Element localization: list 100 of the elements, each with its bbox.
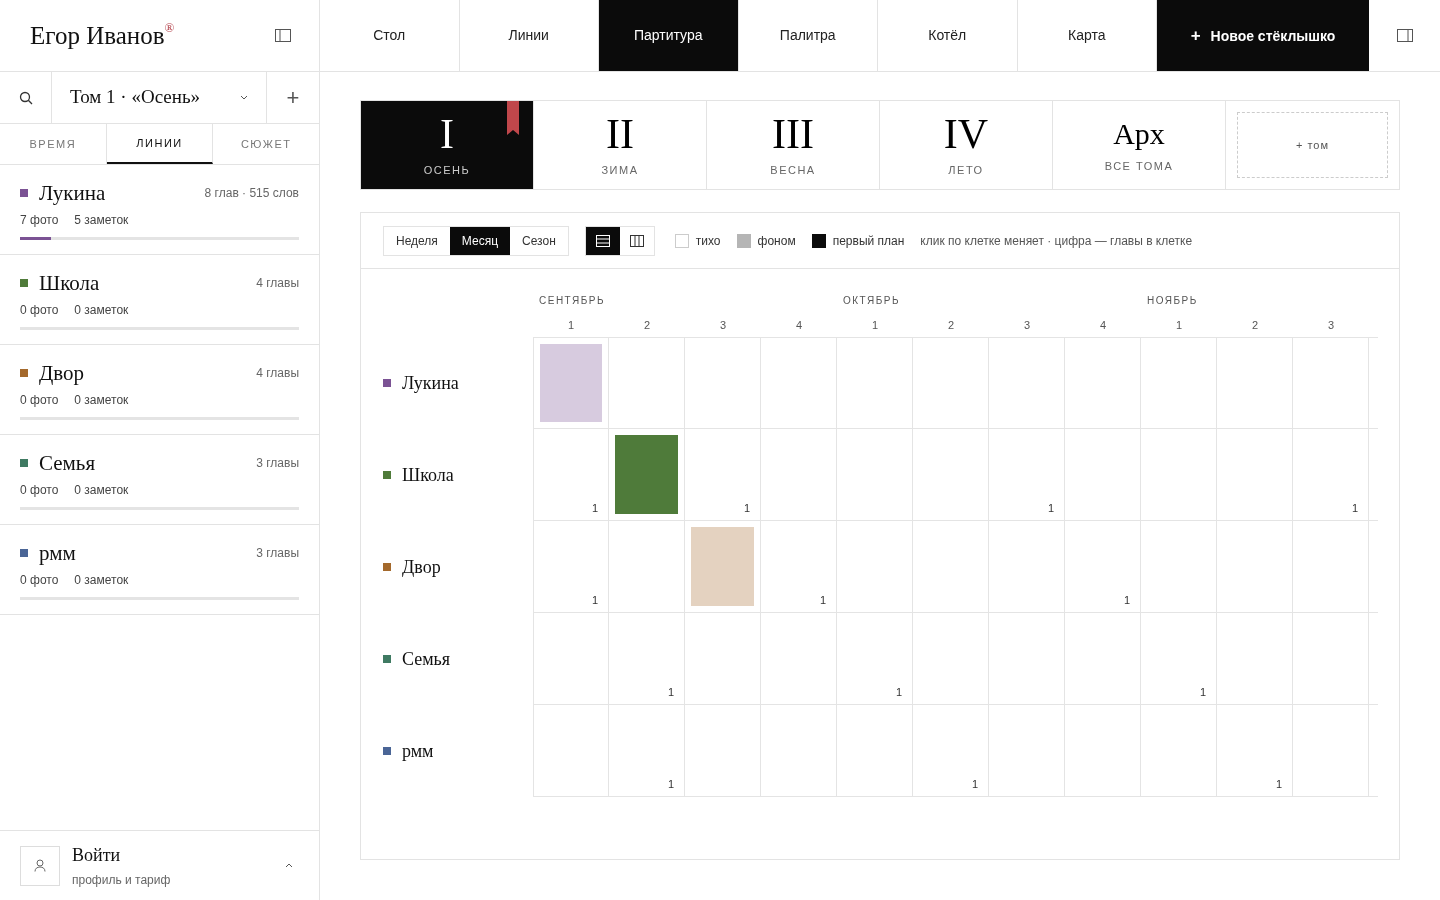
grid-cell[interactable] [1065,705,1141,797]
month-label: ОКТЯБРЬ [842,294,901,308]
grid-cell[interactable]: 1 [837,613,913,705]
grid-cell[interactable]: 1 [1217,705,1293,797]
chapter-count: 1 [667,779,674,790]
layout-toggle[interactable] [585,226,620,255]
legend-label: фоном [757,232,796,250]
grid-cell[interactable] [609,521,685,613]
note-count: 0 заметок [74,392,129,409]
line-name[interactable]: рмм [39,541,76,565]
grid-cell[interactable] [685,337,761,429]
chapter-count: 1 [1047,503,1054,514]
add-button[interactable]: + [267,72,319,123]
grid-cell[interactable]: 1 [761,521,837,613]
sidebar-tab[interactable]: СЮЖЕТ [213,124,319,164]
chapter-count: 1 [591,595,598,606]
grid-cell[interactable]: 1 [533,521,609,613]
add-volume-button[interactable]: + том [1237,112,1388,178]
grid-cell[interactable] [761,613,837,705]
grid-cell[interactable] [533,705,609,797]
scale-tab[interactable]: Месяц [449,226,511,255]
week-number: 3 [718,318,728,333]
grid-cell[interactable]: 1 [609,613,685,705]
chevron-up-icon[interactable] [285,863,293,868]
note-count: 5 заметок [74,212,129,229]
nav-tab[interactable]: Партитура [599,0,739,71]
grid-cell[interactable] [1217,337,1293,429]
grid-cell[interactable] [685,613,761,705]
grid-cell[interactable] [837,705,913,797]
photo-count: 0 фото [20,482,59,499]
grid-cell[interactable] [1217,613,1293,705]
photo-count: 7 фото [20,212,59,229]
grid-cell[interactable]: 1 [533,429,609,521]
grid-cell[interactable] [609,429,685,521]
new-slide-button[interactable]: + Новое стёклышко [1157,0,1369,71]
grid-cell[interactable] [1293,705,1369,797]
line-stats: 8 глав · 515 слов [204,185,299,202]
login-title: Войти [72,844,122,867]
volume-select[interactable]: Том 1 · «Осень» [52,72,267,123]
grid-cell[interactable] [1217,429,1293,521]
grid-cell[interactable] [609,337,685,429]
chapter-count: 1 [895,687,902,698]
row-label: рмм [402,739,434,763]
panel-toggle-icon[interactable] [1396,29,1413,42]
grid-cell[interactable] [685,705,761,797]
grid-cell[interactable] [1141,337,1217,429]
grid-cell[interactable] [1293,337,1369,429]
grid-cell[interactable]: 1 [609,705,685,797]
line-name[interactable]: Семья [39,451,96,475]
photo-count: 0 фото [20,572,59,589]
grid-cell[interactable] [533,337,609,429]
photo-count: 0 фото [20,392,59,409]
grid-cell[interactable]: 1 [685,429,761,521]
grid-cell[interactable] [761,429,837,521]
sidebar-tab[interactable]: ВРЕМЯ [0,124,107,164]
grid-cell[interactable] [989,337,1065,429]
grid-cell[interactable] [1217,521,1293,613]
grid-cell[interactable]: 1 [1065,521,1141,613]
chapter-count: 1 [1275,779,1282,790]
grid-cell[interactable] [1065,613,1141,705]
grid-cell[interactable] [913,429,989,521]
grid-cell[interactable] [761,337,837,429]
sidebar-toggle-icon[interactable] [275,29,291,42]
grid-cell[interactable] [1065,429,1141,521]
grid-cell[interactable]: 1 [989,429,1065,521]
note-count: 0 заметок [74,302,129,319]
grid-cell[interactable]: 1 [1293,429,1369,521]
grid-cell[interactable] [533,613,609,705]
grid-cell[interactable] [913,337,989,429]
volume-tab[interactable]: I ОСЕНЬ [361,101,534,189]
grid-cell[interactable] [837,429,913,521]
grid-cell[interactable] [1065,337,1141,429]
grid-cell[interactable] [685,521,761,613]
grid-cell[interactable] [1293,613,1369,705]
line-name[interactable]: Двор [39,361,85,385]
grid-cell[interactable] [989,705,1065,797]
grid-cell[interactable] [1141,705,1217,797]
grid-cell[interactable]: 1 [913,705,989,797]
grid-cell[interactable] [1141,429,1217,521]
grid-cell[interactable] [913,613,989,705]
grid-cell[interactable] [837,337,913,429]
week-number: 3 [1326,318,1336,333]
legend-swatch [811,233,826,248]
grid-cell[interactable] [837,521,913,613]
grid-cell[interactable] [761,705,837,797]
chevron-down-icon [240,95,248,100]
grid-cell[interactable] [1293,521,1369,613]
grid-cell[interactable] [913,521,989,613]
row-label: Школа [402,463,454,487]
line-name[interactable]: Школа [39,271,100,295]
grid-cell[interactable] [989,521,1065,613]
grid-cell[interactable] [1141,521,1217,613]
grid-cell[interactable] [989,613,1065,705]
grid-cell[interactable]: 1 [1141,613,1217,705]
line-name[interactable]: Лукина [39,181,106,205]
note-count: 0 заметок [74,482,129,499]
line-stats: 3 главы [256,455,299,472]
login-subtitle: профиль и тариф [72,872,172,889]
sidebar-tab[interactable]: ЛИНИИ [106,124,214,164]
account-panel[interactable]: Войти профиль и тариф [0,830,319,900]
